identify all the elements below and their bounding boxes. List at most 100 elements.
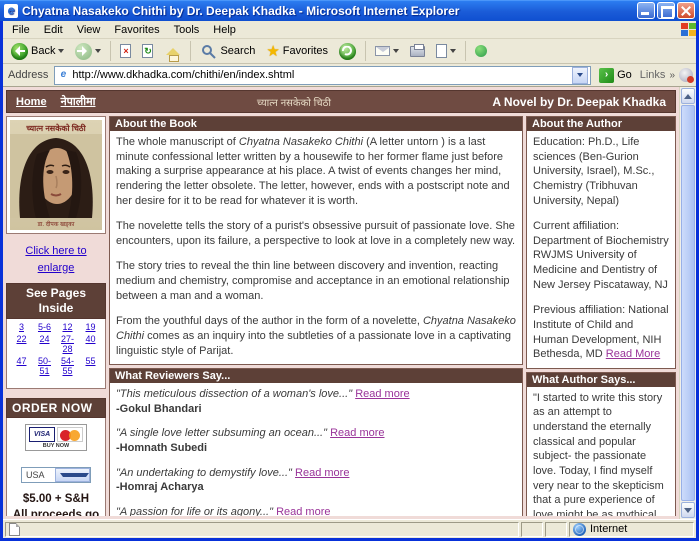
- address-url[interactable]: http://www.dkhadka.com/chithi/en/index.s…: [72, 69, 569, 81]
- back-dropdown-icon[interactable]: [58, 49, 64, 53]
- review-read-more-link[interactable]: Read more: [330, 427, 384, 439]
- see-pages-header: See Pages Inside: [6, 283, 106, 319]
- scroll-up-button[interactable]: [681, 88, 695, 104]
- page-link[interactable]: 3: [10, 322, 33, 332]
- cover-title-text: च्यात्न नसकेको चिठी: [10, 120, 102, 134]
- menu-tools[interactable]: Tools: [167, 23, 207, 37]
- edit-dropdown-icon[interactable]: [450, 49, 456, 53]
- browser-viewport: Home नेपालीमा च्यात्न नसकेको चिठी A Nove…: [3, 87, 696, 519]
- internet-zone-label: Internet: [590, 523, 627, 535]
- enlarge-link-wrap: Click here to enlarge: [10, 243, 102, 276]
- stop-button[interactable]: ×: [116, 42, 135, 60]
- menu-favorites[interactable]: Favorites: [107, 23, 166, 37]
- go-label: Go: [617, 69, 632, 81]
- review-quote: "A passion for life or its agony...": [116, 506, 273, 516]
- home-link[interactable]: Home: [16, 96, 47, 108]
- review-item: "This meticulous dissection of a woman's…: [116, 387, 516, 416]
- page-link[interactable]: 5-6: [33, 322, 56, 332]
- maximize-button[interactable]: [657, 2, 675, 19]
- messenger-button[interactable]: [471, 43, 491, 59]
- author-says-section: What Author Says... "I started to write …: [526, 372, 676, 516]
- addon-icon[interactable]: [679, 68, 693, 82]
- search-button[interactable]: Search: [196, 41, 259, 62]
- menu-edit[interactable]: Edit: [37, 23, 70, 37]
- forward-icon: [75, 43, 92, 60]
- about-book-paragraph: The novelette tells the story of a puris…: [116, 219, 516, 248]
- page-link[interactable]: 12: [56, 322, 79, 332]
- page-favicon-icon: e: [57, 69, 69, 81]
- address-input[interactable]: e http://www.dkhadka.com/chithi/en/index…: [54, 66, 591, 85]
- mail-dropdown-icon[interactable]: [393, 49, 399, 53]
- history-button[interactable]: [335, 41, 360, 62]
- review-read-more-link[interactable]: Read more: [355, 388, 409, 400]
- author-education: Education: Ph.D., Life sciences (Ben-Gur…: [533, 135, 669, 208]
- status-panel: [521, 522, 543, 537]
- windows-flag-icon: [680, 22, 696, 38]
- title-bar: e Chyatna Nasakeko Chithi by Dr. Deepak …: [0, 0, 699, 21]
- page-link[interactable]: 50-51: [33, 356, 56, 376]
- page-link[interactable]: 40: [79, 334, 102, 354]
- print-icon: [410, 46, 425, 57]
- go-button[interactable]: › Go: [595, 66, 636, 85]
- links-label[interactable]: Links: [640, 69, 666, 81]
- page-link[interactable]: 54-55: [56, 356, 79, 376]
- menu-help[interactable]: Help: [206, 23, 243, 37]
- scrollbar-thumb[interactable]: [681, 105, 695, 501]
- page-link[interactable]: 47: [10, 356, 33, 376]
- country-selected-value: USA: [22, 470, 55, 480]
- country-select[interactable]: USA: [21, 467, 91, 483]
- order-now-body: VISA BUY NOW USA $5.00 + S&H All proceed…: [6, 418, 106, 516]
- forward-dropdown-icon[interactable]: [95, 49, 101, 53]
- menu-view[interactable]: View: [70, 23, 108, 37]
- enlarge-link[interactable]: Click here to enlarge: [25, 245, 86, 274]
- scroll-down-icon: [684, 508, 692, 513]
- scroll-up-icon: [684, 94, 692, 99]
- review-read-more-link[interactable]: Read more: [276, 506, 330, 516]
- main-column: About the Book The whole manuscript of C…: [109, 116, 523, 516]
- back-label: Back: [31, 45, 55, 57]
- about-book-paragraph: The story tries to reveal the thin line …: [116, 259, 516, 303]
- links-chevron-icon[interactable]: »: [669, 70, 675, 81]
- content-columns: च्यात्न नसकेको चिठी: [6, 116, 676, 516]
- stop-icon: ×: [120, 44, 131, 58]
- about-book-paragraph: From the youthful days of the author in …: [116, 314, 516, 358]
- edit-button[interactable]: [432, 42, 460, 60]
- address-dropdown-button[interactable]: [572, 67, 588, 84]
- about-book-header: About the Book: [110, 117, 522, 131]
- forward-button[interactable]: [71, 41, 105, 62]
- internet-globe-icon: [573, 523, 586, 536]
- mail-button[interactable]: [371, 44, 403, 58]
- refresh-button[interactable]: ↻: [138, 42, 157, 60]
- minimize-button[interactable]: [637, 2, 655, 19]
- print-button[interactable]: [406, 44, 429, 59]
- favorites-button[interactable]: ★ Favorites: [262, 40, 332, 62]
- scroll-down-button[interactable]: [681, 502, 695, 518]
- page-link[interactable]: 24: [33, 334, 56, 354]
- page-link[interactable]: 27-28: [56, 334, 79, 354]
- back-button[interactable]: Back: [7, 41, 68, 62]
- mail-icon: [375, 46, 390, 56]
- book-cover-image[interactable]: च्यात्न नसकेको चिठी: [10, 120, 102, 230]
- country-dropdown-icon[interactable]: [55, 468, 90, 482]
- page-link[interactable]: 22: [10, 334, 33, 354]
- home-button[interactable]: [160, 41, 185, 62]
- reviewers-header: What Reviewers Say...: [110, 369, 522, 383]
- page-link[interactable]: 19: [79, 322, 102, 332]
- nepali-version-link[interactable]: नेपालीमा: [61, 94, 96, 109]
- mastercard-icon: [57, 427, 83, 442]
- author-says-body: "I started to write this story as an att…: [527, 387, 675, 516]
- address-label: Address: [6, 69, 50, 81]
- menu-file[interactable]: File: [5, 23, 37, 37]
- author-read-more-link[interactable]: Read More: [606, 348, 660, 360]
- toolbar-separator: [190, 41, 191, 61]
- web-page: Home नेपालीमा च्यात्न नसकेको चिठी A Nove…: [3, 87, 679, 519]
- about-author-header: About the Author: [527, 117, 675, 131]
- close-button[interactable]: [677, 2, 695, 19]
- buy-now-button[interactable]: VISA BUY NOW: [25, 424, 87, 451]
- review-quote: "A single love letter subsuming an ocean…: [116, 427, 327, 439]
- vertical-scrollbar[interactable]: [679, 87, 696, 519]
- review-author: -Homnath Subedi: [116, 441, 516, 456]
- review-read-more-link[interactable]: Read more: [295, 467, 349, 479]
- page-link[interactable]: 55: [79, 356, 102, 376]
- banner-nepali-title: च्यात्न नसकेको चिठी: [110, 95, 479, 109]
